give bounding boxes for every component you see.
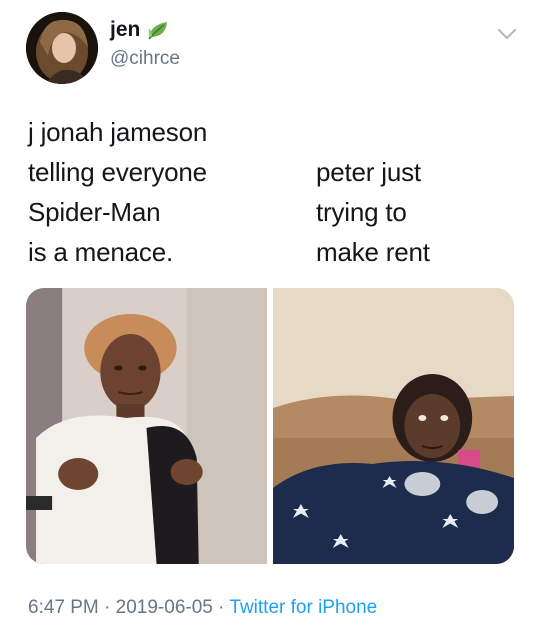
footer-separator: ·: [218, 597, 225, 618]
avatar[interactable]: [26, 12, 98, 84]
tweet-text-right: peter just trying to make rent: [316, 152, 430, 272]
display-name[interactable]: jen: [110, 18, 140, 42]
tweet-text-left: j jonah jameson telling everyone Spider-…: [28, 112, 207, 272]
tweet-text-line: make rent: [316, 237, 430, 267]
tweet-footer: 6:47 PM · 2019-06-05 · Twitter for iPhon…: [28, 597, 377, 619]
tweet-card: jen @cihrce j jonah jameson telling ever…: [0, 0, 540, 635]
chevron-down-icon[interactable]: [496, 26, 518, 42]
tweet-text-line: telling everyone: [28, 157, 207, 187]
user-name-row: jen: [110, 18, 170, 42]
tweet-text-line: peter just: [316, 157, 421, 187]
tweet-source-link[interactable]: Twitter for iPhone: [229, 597, 377, 618]
tweet-time[interactable]: 6:47 PM: [28, 597, 99, 618]
tweet-text-line: j jonah jameson: [28, 117, 208, 147]
media-image-left[interactable]: [26, 288, 267, 564]
tweet-text-line: trying to: [316, 197, 407, 227]
user-handle[interactable]: @cihrce: [110, 48, 180, 70]
leaf-icon: [146, 19, 170, 41]
tweet-media[interactable]: [26, 288, 514, 564]
footer-separator: ·: [104, 597, 111, 618]
tweet-text-line: Spider-Man: [28, 197, 161, 227]
tweet-text-line: is a menace.: [28, 237, 174, 267]
media-image-right[interactable]: [273, 288, 514, 564]
tweet-date[interactable]: 2019-06-05: [116, 597, 213, 618]
